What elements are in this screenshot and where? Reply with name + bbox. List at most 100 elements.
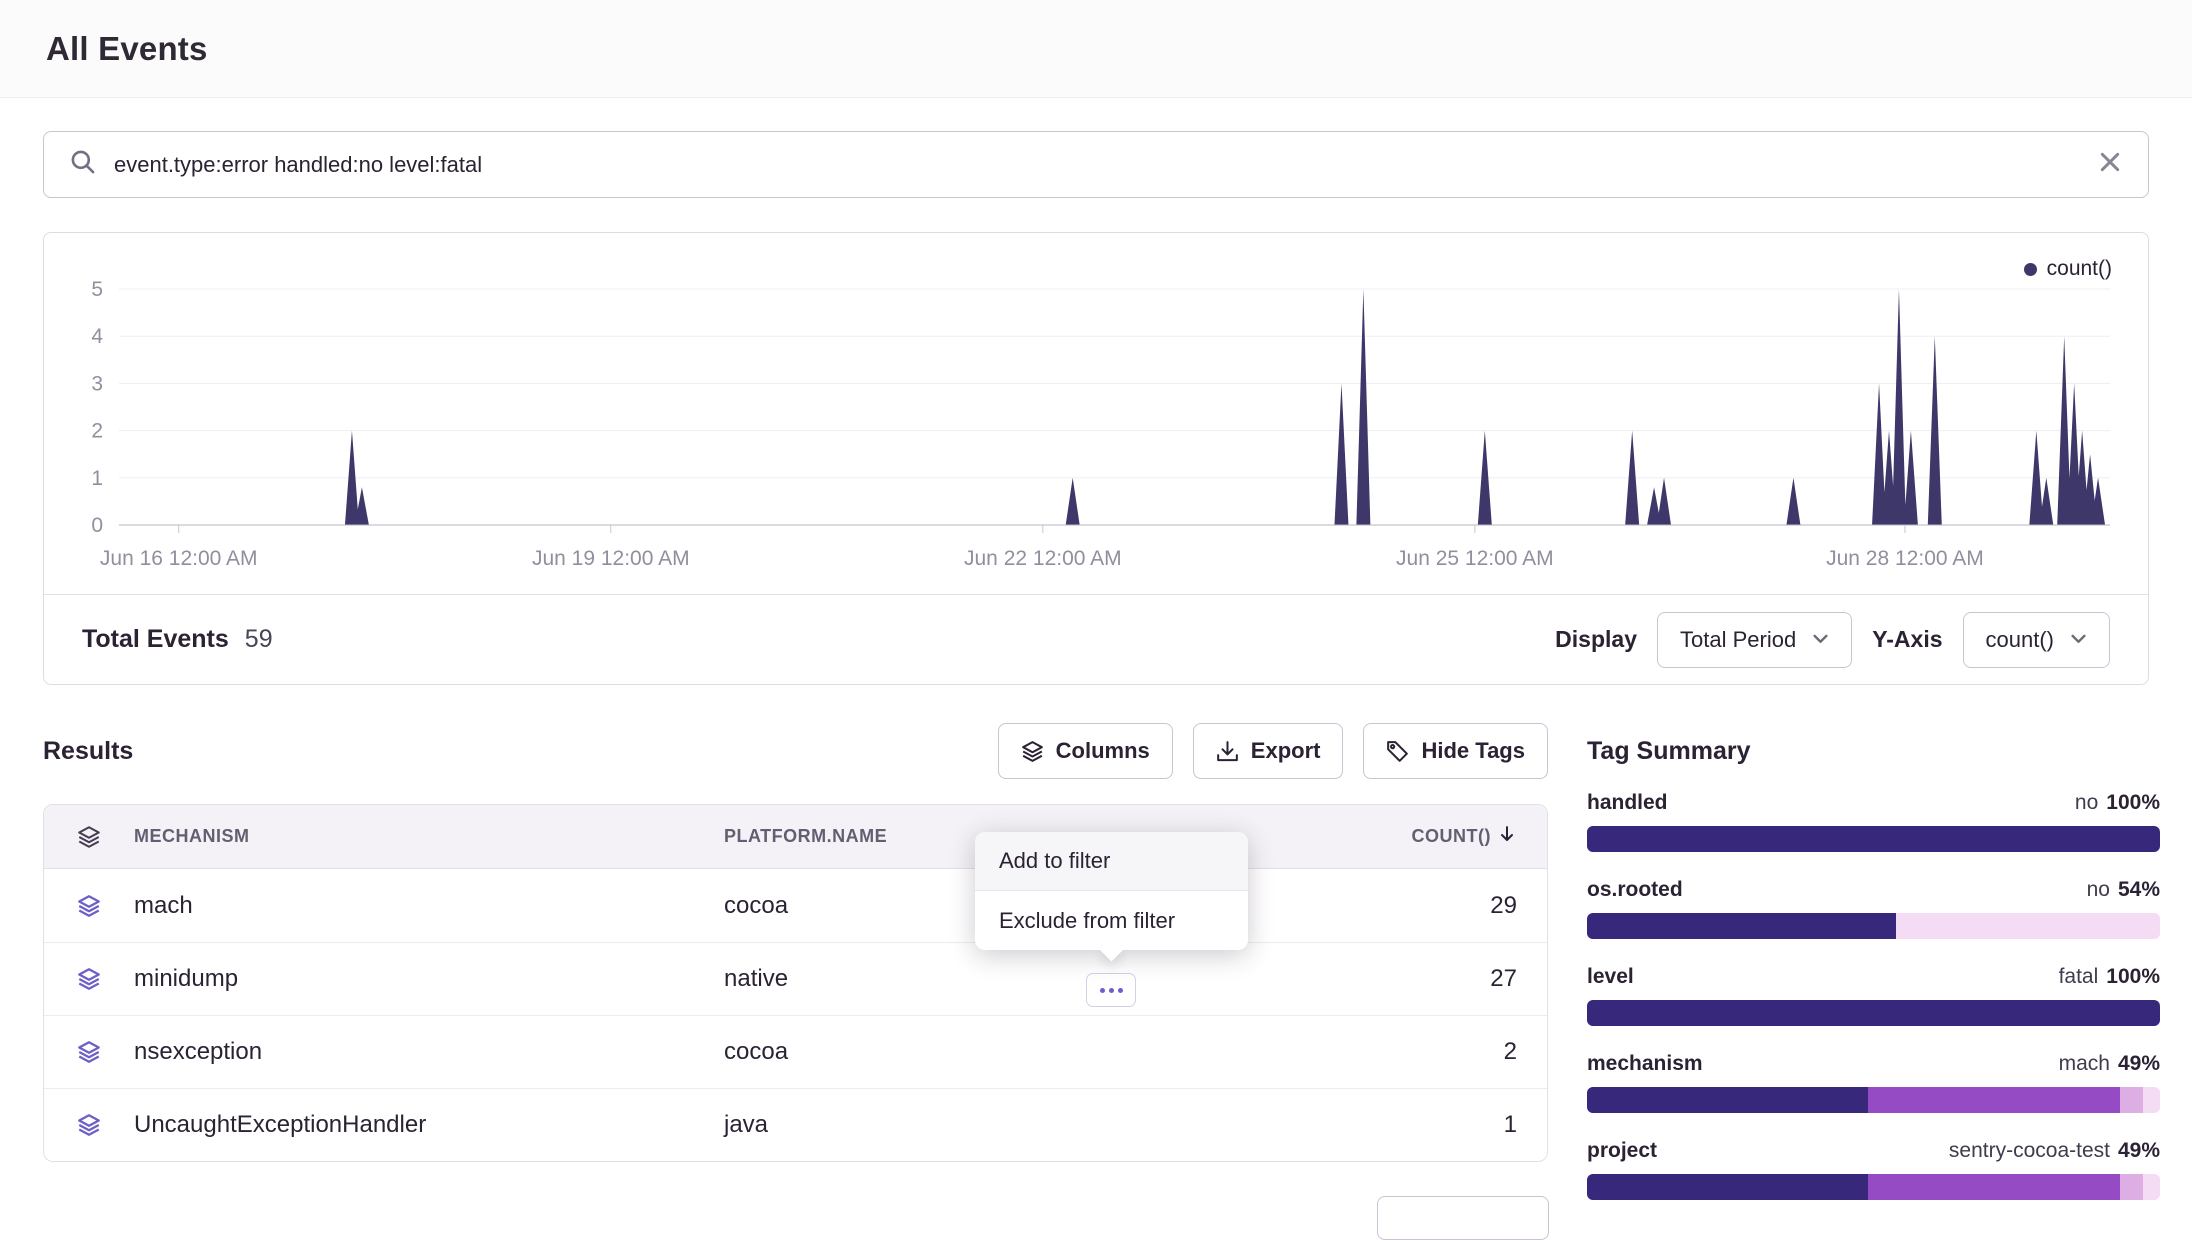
svg-text:Jun 16 12:00 AM: Jun 16 12:00 AM — [100, 547, 258, 570]
page-title: All Events — [46, 30, 208, 68]
table-row[interactable]: UncaughtExceptionHandler java 1 — [44, 1088, 1547, 1161]
tag-percent: 54% — [2118, 878, 2160, 901]
results-table: MECHANISM PLATFORM.NAME COUNT() mach coc… — [43, 804, 1548, 1162]
legend-label: count() — [2047, 257, 2112, 281]
layers-icon — [44, 967, 134, 991]
hide-tags-button[interactable]: Hide Tags — [1363, 723, 1548, 779]
y-axis-select[interactable]: count() — [1963, 612, 2110, 668]
tag-bar — [1587, 1174, 2160, 1200]
legend-dot-icon — [2024, 263, 2037, 276]
count-header-label: COUNT() — [1412, 826, 1491, 847]
svg-text:Jun 25 12:00 AM: Jun 25 12:00 AM — [1396, 547, 1554, 570]
search-input[interactable] — [114, 152, 2080, 178]
events-chart: 0 1 2 3 4 5 Jun 16 12:00 AM Jun 19 12:00 AM Jun … — [44, 233, 2148, 594]
tag-top-value: mach — [2059, 1052, 2110, 1075]
cell-mechanism: minidump — [134, 965, 724, 993]
tag-name: os.rooted — [1587, 875, 1683, 905]
tag-top-value: sentry-cocoa-test — [1949, 1139, 2110, 1162]
tag-summary-heading: Tag Summary — [1587, 736, 2160, 766]
cell-platform: native — [724, 965, 1317, 993]
tag-icon — [1386, 740, 1409, 763]
cell-actions-button[interactable] — [1086, 973, 1136, 1007]
table-row[interactable]: nsexception cocoa 2 — [44, 1015, 1547, 1088]
column-header-count[interactable]: COUNT() — [1317, 824, 1547, 849]
svg-text:5: 5 — [91, 278, 103, 301]
tag-entry: os.rooted no 54% — [1587, 875, 2160, 939]
display-select-value: Total Period — [1680, 627, 1796, 653]
sort-desc-icon — [1497, 824, 1517, 849]
search-bar — [43, 131, 2149, 198]
svg-text:Jun 22 12:00 AM: Jun 22 12:00 AM — [964, 547, 1122, 570]
tag-summary: Tag Summary handled no 100% os.rooted no 5… — [1587, 736, 2160, 1223]
tag-name: project — [1587, 1136, 1657, 1166]
tag-bar — [1587, 1000, 2160, 1026]
table-header-row: MECHANISM PLATFORM.NAME COUNT() — [44, 805, 1547, 869]
cell-mechanism: UncaughtExceptionHandler — [134, 1111, 724, 1139]
tag-entry: level fatal100% — [1587, 962, 2160, 1026]
tag-percent: 49% — [2118, 1052, 2160, 1075]
tag-entry: project sentry-cocoa-test 49% — [1587, 1136, 2160, 1200]
svg-text:1: 1 — [91, 467, 103, 490]
tag-percent: 100% — [2106, 791, 2160, 814]
tag-bar — [1587, 913, 2160, 939]
svg-text:0: 0 — [91, 514, 103, 537]
export-button-label: Export — [1251, 738, 1321, 764]
tag-bar — [1587, 826, 2160, 852]
cell-platform: cocoa — [724, 1038, 1317, 1066]
svg-text:3: 3 — [91, 372, 103, 395]
chart-footer: Total Events 59 Display Total Period Y-A… — [44, 594, 2148, 684]
layers-icon — [44, 894, 134, 918]
events-chart-svg: 0 1 2 3 4 5 Jun 16 12:00 AM Jun 19 12:00 AM Jun … — [44, 233, 2148, 594]
column-header-mechanism[interactable]: MECHANISM — [134, 826, 724, 847]
page-header: All Events — [0, 0, 2192, 98]
cell-context-menu: Add to filter Exclude from filter — [975, 832, 1248, 950]
svg-text:2: 2 — [91, 420, 103, 443]
y-axis-select-value: count() — [1986, 627, 2054, 653]
tag-name: handled — [1587, 788, 1668, 818]
layers-icon — [44, 1040, 134, 1064]
layers-icon — [44, 1113, 134, 1137]
table-row[interactable]: minidump native 27 — [44, 942, 1547, 1015]
tag-top-value: no — [2087, 878, 2110, 901]
cell-count: 27 — [1317, 965, 1547, 993]
ellipsis-icon — [1100, 988, 1105, 993]
total-events-value: 59 — [245, 625, 273, 654]
total-events-label: Total Events — [82, 625, 229, 654]
svg-text:4: 4 — [91, 325, 103, 348]
chevron-down-icon — [1812, 627, 1829, 653]
svg-text:Jun 19 12:00 AM: Jun 19 12:00 AM — [532, 547, 690, 570]
tag-entry: mechanism mach 49% — [1587, 1049, 2160, 1113]
svg-text:Jun 28 12:00 AM: Jun 28 12:00 AM — [1826, 547, 1984, 570]
cell-count: 29 — [1317, 892, 1547, 920]
columns-button-label: Columns — [1056, 738, 1150, 764]
y-axis-label: Y-Axis — [1872, 626, 1942, 653]
hide-tags-button-label: Hide Tags — [1421, 738, 1525, 764]
tag-top-value: no — [2075, 791, 2098, 814]
cell-count: 2 — [1317, 1038, 1547, 1066]
cell-mechanism: mach — [134, 892, 724, 920]
chevron-down-icon — [2070, 627, 2087, 653]
export-button[interactable]: Export — [1193, 723, 1344, 779]
tag-bar — [1587, 1087, 2160, 1113]
pagination-button[interactable] — [1377, 1196, 1549, 1240]
tag-percent: 49% — [2118, 1139, 2160, 1162]
tag-name: mechanism — [1587, 1049, 1703, 1079]
tag-percent: 100% — [2106, 965, 2160, 988]
tag-name: level — [1587, 962, 1634, 992]
cell-platform: java — [724, 1111, 1317, 1139]
cell-count: 1 — [1317, 1111, 1547, 1139]
table-row[interactable]: mach cocoa 29 — [44, 869, 1547, 942]
columns-button[interactable]: Columns — [998, 723, 1173, 779]
total-events: Total Events 59 — [82, 625, 273, 654]
tag-entry: handled no 100% — [1587, 788, 2160, 852]
results-heading: Results — [43, 737, 133, 766]
events-chart-panel: 0 1 2 3 4 5 Jun 16 12:00 AM Jun 19 12:00 AM Jun … — [43, 232, 2149, 685]
cell-mechanism: nsexception — [134, 1038, 724, 1066]
menu-item-add-to-filter[interactable]: Add to filter — [975, 832, 1248, 891]
display-label: Display — [1555, 626, 1637, 653]
search-icon — [70, 149, 96, 180]
chart-legend[interactable]: count() — [2024, 257, 2112, 281]
clear-search-icon[interactable] — [2098, 150, 2122, 179]
display-select[interactable]: Total Period — [1657, 612, 1852, 668]
download-icon — [1216, 740, 1239, 763]
